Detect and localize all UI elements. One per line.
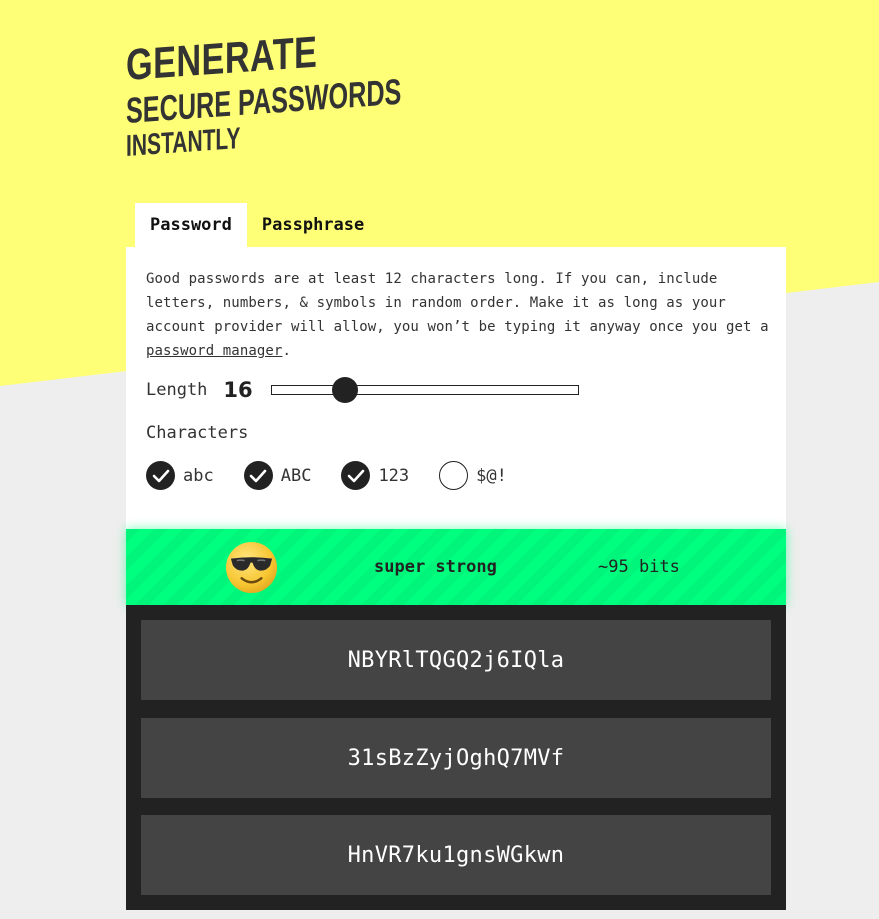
mode-tabs: Password Passphrase	[135, 203, 379, 247]
description-end: .	[282, 343, 291, 359]
option-symbols-label: $@!	[476, 465, 507, 486]
checked-icon[interactable]	[146, 461, 175, 490]
password-manager-link[interactable]: password manager	[146, 343, 282, 359]
entropy-bits: ~95 bits	[598, 557, 680, 577]
characters-label: Characters	[146, 423, 249, 443]
tab-password[interactable]: Password	[135, 203, 247, 247]
option-lowercase[interactable]: abc	[146, 461, 214, 490]
password-item[interactable]: 31sBzZyjOghQ7MVf	[141, 718, 771, 798]
checked-icon[interactable]	[243, 461, 273, 490]
option-numbers-label: 123	[378, 465, 410, 486]
option-uppercase-label: ABC	[280, 465, 312, 486]
character-options: abc ABC 123 $@!	[146, 461, 766, 490]
length-value: 16	[223, 378, 253, 402]
tab-passphrase[interactable]: Passphrase	[247, 203, 379, 247]
description: Good passwords are at least 12 character…	[146, 267, 771, 363]
strength-label: super strong	[374, 557, 497, 577]
checked-icon[interactable]	[341, 461, 371, 490]
option-lowercase-label: abc	[183, 465, 214, 486]
option-symbols[interactable]: $@!	[439, 461, 507, 490]
strength-bar: super strong ~95 bits	[126, 529, 786, 605]
length-label: Length	[146, 380, 208, 400]
description-text: Good passwords are at least 12 character…	[146, 271, 769, 335]
password-list: NBYRlTQGQ2j6IQla 31sBzZyjOghQ7MVf HnVR7k…	[126, 605, 786, 910]
unchecked-circle-icon[interactable]	[439, 461, 469, 490]
option-numbers[interactable]: 123	[341, 461, 409, 490]
length-row: Length 16	[146, 373, 766, 407]
length-slider[interactable]	[270, 377, 579, 403]
slider-thumb[interactable]	[332, 377, 359, 403]
settings-card: Good passwords are at least 12 character…	[126, 247, 786, 529]
password-item[interactable]: HnVR7ku1gnsWGkwn	[141, 815, 771, 895]
smiling-face-with-sunglasses-icon	[225, 541, 278, 594]
password-item[interactable]: NBYRlTQGQ2j6IQla	[141, 620, 771, 700]
option-uppercase[interactable]: ABC	[243, 461, 312, 490]
